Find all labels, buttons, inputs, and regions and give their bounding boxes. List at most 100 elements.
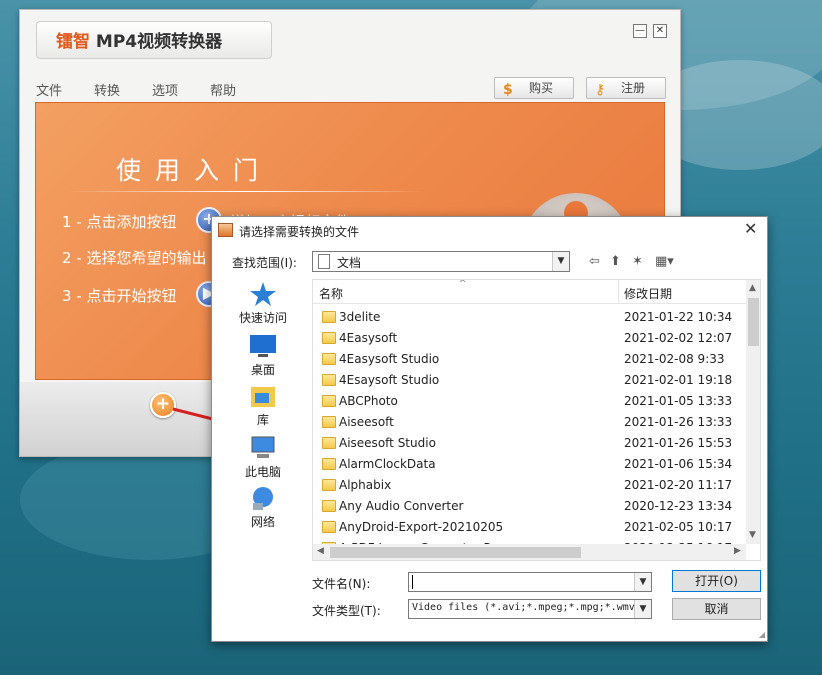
file-name: Aiseesoft xyxy=(339,415,394,429)
menu-file[interactable]: 文件 xyxy=(36,80,94,99)
vertical-scrollbar[interactable]: ▲ ▼ xyxy=(746,280,760,544)
list-item[interactable]: Aiseesoft Studio 2021-01-26 15:53 xyxy=(313,433,746,454)
column-name[interactable]: 名称 xyxy=(319,285,343,302)
scroll-thumb[interactable] xyxy=(330,547,581,558)
list-item[interactable]: AlarmClockData 2021-01-06 15:34 xyxy=(313,454,746,475)
file-name: 4Easysoft xyxy=(339,331,398,345)
list-item[interactable]: ABCPhoto 2021-01-05 13:33 xyxy=(313,391,746,412)
place-label: 库 xyxy=(256,413,269,427)
scroll-down-icon[interactable]: ▼ xyxy=(749,530,756,540)
step-2: 2 - 选择您希望的输出 xyxy=(62,249,207,267)
file-name-input[interactable]: ▼ xyxy=(408,572,652,592)
file-type-value: Video files (*.avi;*.mpeg;*.mpg;*.wmv xyxy=(412,602,635,613)
place-label: 快速访问 xyxy=(238,311,287,325)
list-item[interactable]: 3delite 2021-01-22 10:34 xyxy=(313,307,746,328)
file-date: 2021-02-02 12:07 xyxy=(624,331,733,345)
chevron-down-icon[interactable]: ▼ xyxy=(634,600,651,618)
list-item[interactable]: Any Audio Converter 2020-12-23 13:34 xyxy=(313,496,746,517)
column-date[interactable]: 修改日期 xyxy=(624,285,672,302)
file-type-select[interactable]: Video files (*.avi;*.mpeg;*.mpg;*.wmv ▼ xyxy=(408,599,652,619)
key-icon: ⚷ xyxy=(595,82,606,98)
chevron-down-icon[interactable]: ▼ xyxy=(552,252,569,271)
file-type-label: 文件类型(T): xyxy=(312,604,381,618)
step-1: 1 - 点击添加按钮 xyxy=(62,211,177,232)
folder-icon xyxy=(322,479,336,491)
file-date: 2021-01-26 13:33 xyxy=(624,415,733,429)
desktop-icon xyxy=(250,335,276,357)
dialog-title: 请选择需要转换的文件 xyxy=(239,225,360,239)
close-button[interactable]: ✕ xyxy=(653,24,667,38)
place-quick-access[interactable]: 快速访问 xyxy=(226,281,300,326)
look-in-label: 查找范围(I): xyxy=(232,256,297,270)
resize-grip-icon[interactable]: ◢ xyxy=(759,630,765,639)
step-1-text: 1 - 点击添加按钮 xyxy=(62,213,177,231)
menu-options[interactable]: 选项 xyxy=(152,80,210,99)
app-title: 镭智 MP4视频转换器 xyxy=(56,27,222,52)
file-name: AnyDroid-Export-20210205 xyxy=(339,520,504,534)
file-name: AlarmClockData xyxy=(339,457,436,471)
list-item[interactable]: 4Easysoft Studio 2021-02-08 9:33 xyxy=(313,349,746,370)
scroll-right-icon[interactable]: ▶ xyxy=(734,546,741,556)
menu-convert[interactable]: 转换 xyxy=(94,80,152,99)
new-folder-icon[interactable]: ✶ xyxy=(632,254,643,269)
register-button[interactable]: ⚷ 注册 xyxy=(586,77,666,99)
library-icon xyxy=(251,387,275,407)
file-date: 2021-01-06 15:34 xyxy=(624,457,733,471)
place-network[interactable]: 网络 xyxy=(226,485,300,530)
column-divider xyxy=(618,280,619,304)
file-date: 2021-02-01 19:18 xyxy=(624,373,733,387)
folder-icon xyxy=(322,311,336,323)
place-label: 此电脑 xyxy=(244,465,281,479)
view-menu-icon[interactable]: ▦▾ xyxy=(655,254,674,269)
folder-icon xyxy=(322,395,336,407)
open-file-dialog: 请选择需要转换的文件 ✕ 查找范围(I): 文档 ▼ ⇦ ⬆ ✶ ▦▾ 快速访问… xyxy=(211,216,768,642)
buy-button[interactable]: $ 购买 xyxy=(494,77,574,99)
sort-caret-icon: ^ xyxy=(459,279,467,289)
file-name: ABCPhoto xyxy=(339,394,398,408)
horizontal-scrollbar[interactable]: ◀ ▶ xyxy=(313,544,746,560)
place-this-pc[interactable]: 此电脑 xyxy=(226,435,300,480)
places-bar: 快速访问 桌面 库 此电脑 网络 xyxy=(226,279,300,549)
file-list[interactable]: ^ 名称 修改日期 3delite 2021-01-22 10:34 4Easyso… xyxy=(312,279,761,561)
dialog-close-button[interactable]: ✕ xyxy=(744,219,757,238)
open-button[interactable]: 打开(O) xyxy=(672,570,761,592)
list-item[interactable]: Aiseesoft 2021-01-26 13:33 xyxy=(313,412,746,433)
scroll-thumb[interactable] xyxy=(748,298,759,346)
scroll-up-icon[interactable]: ▲ xyxy=(749,283,756,293)
network-icon xyxy=(253,487,273,510)
file-date: 2021-02-05 10:17 xyxy=(624,520,733,534)
list-item[interactable]: 4Esaysoft Studio 2021-02-01 19:18 xyxy=(313,370,746,391)
look-in-value: 文档 xyxy=(337,256,362,270)
intro-divider xyxy=(66,191,426,192)
list-item[interactable]: 4Easysoft 2021-02-02 12:07 xyxy=(313,328,746,349)
file-name: 4Easysoft Studio xyxy=(339,352,440,366)
add-file-button[interactable]: + xyxy=(150,392,176,418)
up-folder-icon[interactable]: ⬆ xyxy=(610,254,621,269)
minimize-button[interactable]: — xyxy=(633,24,647,38)
step-3: 3 - 点击开始按钮 xyxy=(62,287,177,305)
back-icon[interactable]: ⇦ xyxy=(589,254,600,269)
list-header: ^ 名称 修改日期 xyxy=(313,280,746,304)
file-name: Alphabix xyxy=(339,478,392,492)
list-item[interactable]: Alphabix 2021-02-20 11:17 xyxy=(313,475,746,496)
chevron-down-icon[interactable]: ▼ xyxy=(634,573,651,591)
cancel-button[interactable]: 取消 xyxy=(672,598,761,620)
menu-help[interactable]: 帮助 xyxy=(210,80,268,99)
folder-icon xyxy=(322,458,336,470)
folder-icon xyxy=(322,332,336,344)
scroll-left-icon[interactable]: ◀ xyxy=(317,546,324,556)
register-label: 注册 xyxy=(621,81,646,95)
place-libraries[interactable]: 库 xyxy=(226,383,300,428)
file-name: Aiseesoft Studio xyxy=(339,436,436,450)
folder-icon xyxy=(322,500,336,512)
look-in-select[interactable]: 文档 ▼ xyxy=(312,251,570,272)
file-date: 2021-02-20 11:17 xyxy=(624,478,733,492)
app-name: MP4视频转换器 xyxy=(95,32,223,52)
place-label: 网络 xyxy=(250,515,275,529)
file-date: 2021-01-22 10:34 xyxy=(624,310,733,324)
folder-icon xyxy=(322,521,336,533)
document-icon xyxy=(318,254,330,269)
list-item[interactable]: AnyDroid-Export-20210205 2021-02-05 10:17 xyxy=(313,517,746,538)
file-date: 2021-02-08 9:33 xyxy=(624,352,725,366)
place-desktop[interactable]: 桌面 xyxy=(226,333,300,378)
